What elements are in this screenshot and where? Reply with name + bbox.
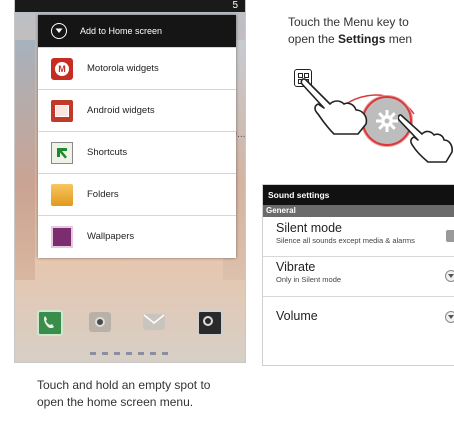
ring-icon[interactable] xyxy=(197,310,223,336)
setting-volume[interactable]: Volume xyxy=(263,297,454,339)
phone-icon[interactable] xyxy=(37,310,63,336)
wallpaper-icon xyxy=(51,225,73,248)
dock xyxy=(15,300,245,344)
camera-icon[interactable] xyxy=(89,312,111,332)
mail-icon[interactable] xyxy=(143,314,165,330)
pointing-hand-icon xyxy=(300,78,368,135)
settings-category: General xyxy=(263,205,454,217)
menu-item-label: Motorola widgets xyxy=(87,63,159,74)
menu-item-label: Folders xyxy=(87,189,119,200)
menu-item-wallpapers[interactable]: Wallpapers xyxy=(38,215,236,257)
home-screen-screenshot: 5 he... Add to Home screen M Motorola wi… xyxy=(14,0,246,363)
caption-right-line2-suffix: men xyxy=(385,32,413,46)
status-bar: 5 xyxy=(15,0,245,12)
menu-item-label: Android widgets xyxy=(87,105,155,116)
menu-item-motorola-widgets[interactable]: M Motorola widgets xyxy=(38,47,236,89)
menu-item-label: Shortcuts xyxy=(87,147,128,158)
chevron-down-icon[interactable] xyxy=(445,311,454,323)
settings-emphasis: Settings xyxy=(338,32,386,46)
caption-right-line2-prefix: open the xyxy=(288,32,339,46)
menu-item-folders[interactable]: Folders xyxy=(38,173,236,215)
setting-silent-mode[interactable]: Silent mode Silence all sounds except me… xyxy=(263,217,454,257)
menu-title: Add to Home screen xyxy=(80,26,163,36)
menu-item-label: Wallpapers xyxy=(87,231,135,242)
android-widgets-icon xyxy=(51,99,73,122)
page-indicator xyxy=(90,352,170,355)
status-bar-text: 5 xyxy=(232,0,238,11)
add-to-home-menu: Add to Home screen M Motorola widgets An… xyxy=(38,15,236,258)
caption-right-line1: Touch the Menu key to xyxy=(288,15,409,29)
caption-left: Touch and hold an empty spot to open the… xyxy=(37,378,211,409)
setting-vibrate[interactable]: Vibrate Only in Silent mode xyxy=(263,257,454,297)
setting-label: Silent mode xyxy=(276,221,343,235)
shortcuts-icon xyxy=(51,141,73,164)
settings-title: Sound settings xyxy=(263,185,454,205)
menu-item-shortcuts[interactable]: Shortcuts xyxy=(38,131,236,173)
sound-settings-screenshot: Sound settings General Silent mode Silen… xyxy=(262,184,454,366)
pointing-hand-icon xyxy=(398,114,453,163)
setting-summary: Only in Silent mode xyxy=(276,275,342,284)
checkbox-icon[interactable] xyxy=(446,230,454,242)
motorola-icon: M xyxy=(51,57,73,80)
wallpaper-left-strip xyxy=(15,40,35,280)
chevron-down-icon[interactable] xyxy=(445,270,454,282)
setting-summary: Silence all sounds except media & alarms xyxy=(276,236,415,245)
setting-label: Vibrate xyxy=(276,260,316,274)
chevron-down-icon xyxy=(51,23,67,39)
menu-item-android-widgets[interactable]: Android widgets xyxy=(38,89,236,131)
setting-label: Volume xyxy=(276,309,318,323)
caption-right: Touch the Menu key to open the Settings … xyxy=(288,14,454,48)
menu-header: Add to Home screen xyxy=(38,15,236,47)
folder-icon xyxy=(51,183,73,206)
